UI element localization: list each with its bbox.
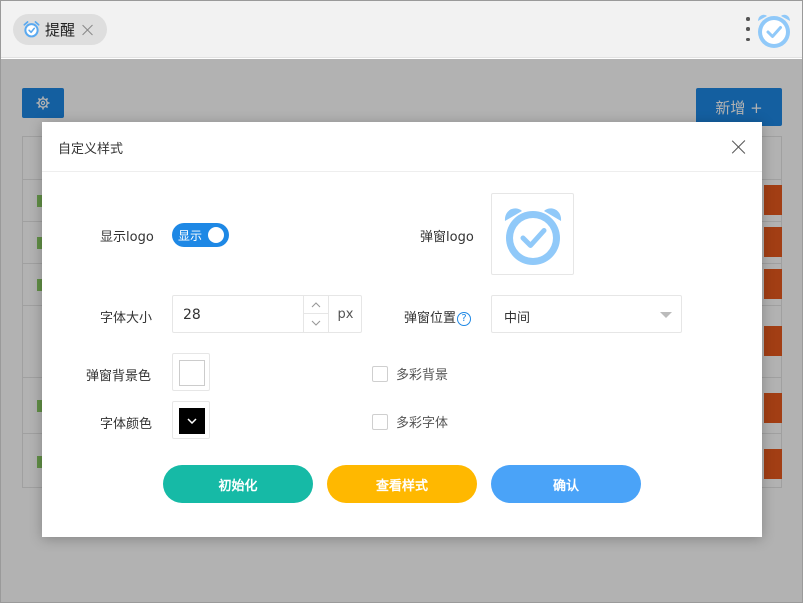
close-icon[interactable] [82,24,94,36]
chevron-down-icon [311,320,321,326]
font-size-unit: px [328,296,362,332]
alarm-clock-icon [504,208,561,265]
colorful-font-option[interactable]: 多彩字体 [372,412,448,431]
dialog-title: 自定义样式 [58,142,124,157]
caret-down-icon [660,312,672,318]
font-color-swatch [179,408,205,434]
alarm-clock-logo-icon [758,14,790,48]
close-icon[interactable] [732,140,746,154]
chevron-down-icon [187,418,197,424]
app-window: 提醒 新增 + 自定义样式 显示logo 显示 弹窗logo 字体大小 28 p… [0,0,803,603]
chevron-up-icon [311,301,321,307]
font-color-label: 字体颜色 [100,417,153,432]
help-icon[interactable]: ? [457,312,472,326]
more-vertical-icon[interactable] [745,17,751,41]
confirm-button[interactable]: 确认 [491,465,641,503]
popup-position-value: 中间 [504,311,531,326]
custom-style-dialog: 自定义样式 显示logo 显示 弹窗logo 字体大小 28 px 弹窗位置 ?… [42,122,762,537]
decrement-button[interactable] [304,314,328,332]
dialog-header: 自定义样式 [42,122,762,172]
popup-position-text: 弹窗位置 [404,311,457,326]
show-logo-switch[interactable]: 显示 [172,223,229,247]
tab-reminder[interactable]: 提醒 [13,14,107,45]
colorful-bg-label: 多彩背景 [396,368,449,383]
colorful-font-checkbox[interactable] [372,413,388,430]
tab-label: 提醒 [45,21,76,39]
bg-color-label: 弹窗背景色 [86,369,152,384]
font-color-picker[interactable] [172,401,210,439]
preview-style-button[interactable]: 查看样式 [327,465,477,503]
popup-position-select[interactable]: 中间 [491,295,682,333]
popup-logo-label: 弹窗logo [420,230,474,245]
font-size-stepper: 28 px [172,295,362,333]
stepper-arrows [303,296,328,332]
init-button[interactable]: 初始化 [163,465,313,503]
colorful-font-label: 多彩字体 [396,416,449,431]
show-logo-label: 显示logo [100,230,154,245]
switch-knob [208,227,224,243]
font-size-input[interactable]: 28 [183,307,201,323]
colorful-bg-checkbox[interactable] [372,365,388,382]
colorful-bg-option[interactable]: 多彩背景 [372,364,448,383]
popup-logo-upload[interactable] [491,193,574,275]
bg-color-swatch [179,360,205,386]
bg-color-picker[interactable] [172,353,210,391]
popup-position-label: 弹窗位置? [404,307,472,326]
font-size-label: 字体大小 [100,311,153,326]
increment-button[interactable] [304,296,328,314]
switch-text: 显示 [178,229,203,243]
alarm-clock-icon [23,21,40,38]
tab-bar: 提醒 [1,1,802,58]
